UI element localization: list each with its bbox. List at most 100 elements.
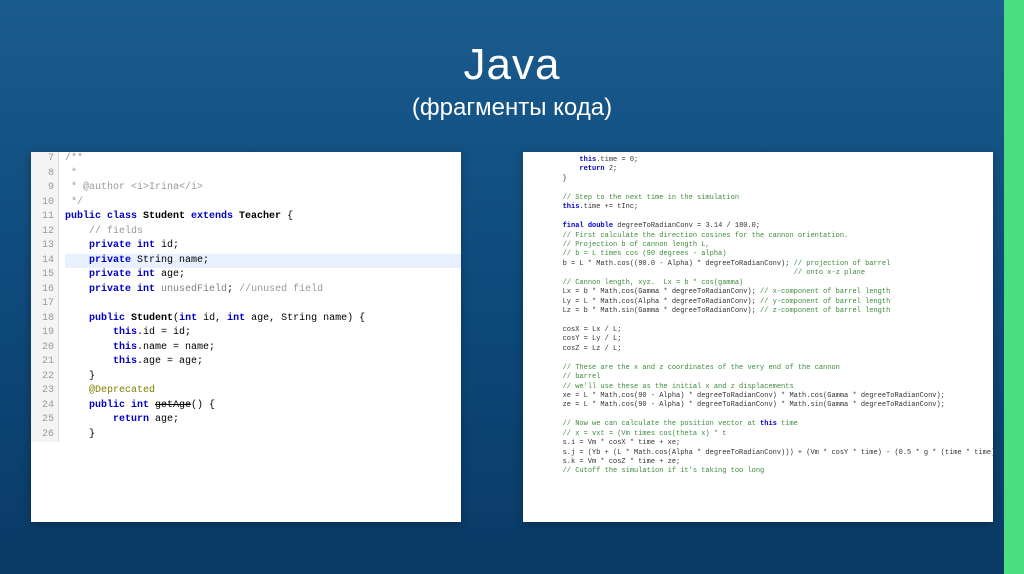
line-number: 26: [31, 428, 59, 443]
code-line: }: [529, 175, 987, 184]
code-line: [529, 354, 987, 363]
code-line: 18 public Student(int id, int age, Strin…: [31, 312, 461, 327]
code-line: 11 public class Student extends Teacher {: [31, 210, 461, 225]
code-line: Lz = b * Math.sin(Gamma * degreeToRadian…: [529, 307, 987, 316]
code-panel-left: 7/**8 *9 * @author <i>Irina</i>10 */11pu…: [31, 152, 461, 522]
code-line: 26 }: [31, 428, 461, 443]
line-number: 20: [31, 341, 59, 356]
line-number: 21: [31, 355, 59, 370]
code-content: *: [65, 167, 461, 182]
title-block: Java (фрагменты кода): [0, 0, 1024, 122]
code-line: [529, 213, 987, 222]
line-number: 11: [31, 210, 59, 225]
code-content: */: [65, 196, 461, 211]
code-content: // fields: [65, 225, 461, 240]
code-line: [529, 184, 987, 193]
code-content: private int age;: [65, 268, 461, 283]
code-line: final double degreeToRadianConv = 3.14 /…: [529, 222, 987, 231]
code-line: ze = L * Math.cos(90 - Alpha) * degreeTo…: [529, 401, 987, 410]
line-number: 10: [31, 196, 59, 211]
code-line: s.i = Vm * cosX * time + xe;: [529, 439, 987, 448]
code-line: // First calculate the direction cosines…: [529, 232, 987, 241]
code-line: [529, 411, 987, 420]
code-line: // b = L times cos (90 degrees - alpha): [529, 250, 987, 259]
code-line: this.time += tInc;: [529, 203, 987, 212]
code-line: // Projection b of cannon length L,: [529, 241, 987, 250]
code-line: cosY = Ly / L;: [529, 335, 987, 344]
line-number: 16: [31, 283, 59, 298]
code-line: 16 private int unusedField; //unused fie…: [31, 283, 461, 298]
line-number: 22: [31, 370, 59, 385]
code-line: // Step to the next time in the simulati…: [529, 194, 987, 203]
code-line: Ly = L * Math.cos(Alpha * degreeToRadian…: [529, 298, 987, 307]
code-line: // x = vxt = (Vm times cos(theta x) * t: [529, 430, 987, 439]
slide-title: Java: [0, 40, 1024, 90]
line-number: 12: [31, 225, 59, 240]
code-content: public int getAge() {: [65, 399, 461, 414]
line-number: 24: [31, 399, 59, 414]
code-line: 12 // fields: [31, 225, 461, 240]
code-content: this.name = name;: [65, 341, 461, 356]
code-line: 20 this.name = name;: [31, 341, 461, 356]
code-line: s.j = (Yb + (L * Math.cos(Alpha * degree…: [529, 449, 987, 458]
code-panels: 7/**8 *9 * @author <i>Irina</i>10 */11pu…: [0, 122, 1024, 522]
code-line: cosX = Lx / L;: [529, 326, 987, 335]
code-content: return age;: [65, 413, 461, 428]
code-line: // barrel: [529, 373, 987, 382]
code-line: 17: [31, 297, 461, 312]
code-line: 9 * @author <i>Irina</i>: [31, 181, 461, 196]
code-line: 7 /**: [31, 152, 461, 167]
code-line: // Cannon length, xyz. Lx = b * cos(gamm…: [529, 279, 987, 288]
code-content: public Student(int id, int age, String n…: [65, 312, 461, 327]
line-number: 14: [31, 254, 59, 269]
code-line: 23 @Deprecated: [31, 384, 461, 399]
code-content: * @author <i>Irina</i>: [65, 181, 461, 196]
code-line: 10 */: [31, 196, 461, 211]
slide-accent-bar: [1004, 0, 1024, 574]
code-line: b = L * Math.cos((90.0 - Alpha) * degree…: [529, 260, 987, 269]
line-number: 8: [31, 167, 59, 182]
line-number: 19: [31, 326, 59, 341]
code-line: 14 private String name;: [31, 254, 461, 269]
code-line: 19 this.id = id;: [31, 326, 461, 341]
code-content: @Deprecated: [65, 384, 461, 399]
code-line: // Now we can calculate the position vec…: [529, 420, 987, 429]
line-number: 15: [31, 268, 59, 283]
line-number: 7: [31, 152, 59, 167]
line-number: 18: [31, 312, 59, 327]
slide-subtitle: (фрагменты кода): [0, 94, 1024, 122]
code-line: s.k = Vm * cosZ * time + ze;: [529, 458, 987, 467]
code-content: private String name;: [65, 254, 461, 269]
code-content: public class Student extends Teacher {: [65, 210, 461, 225]
code-line: // These are the x and z coordinates of …: [529, 364, 987, 373]
code-content: this.id = id;: [65, 326, 461, 341]
code-line: return 2;: [529, 165, 987, 174]
code-line: 15 private int age;: [31, 268, 461, 283]
code-line: 24 public int getAge() {: [31, 399, 461, 414]
line-number: 13: [31, 239, 59, 254]
code-content: private int unusedField; //unused field: [65, 283, 461, 298]
code-line: 25 return age;: [31, 413, 461, 428]
code-line: // Cutoff the simulation if it's taking …: [529, 467, 987, 476]
line-number: 17: [31, 297, 59, 312]
code-line: // we'll use these as the initial x and …: [529, 383, 987, 392]
line-number: 9: [31, 181, 59, 196]
code-content: private int id;: [65, 239, 461, 254]
code-content: }: [65, 370, 461, 385]
code-line: 21 this.age = age;: [31, 355, 461, 370]
code-content: }: [65, 428, 461, 443]
code-line: 8 *: [31, 167, 461, 182]
code-line: 22 }: [31, 370, 461, 385]
code-content: [65, 297, 461, 312]
code-content: this.age = age;: [65, 355, 461, 370]
code-line: // onto x-z plane: [529, 269, 987, 278]
code-panel-right: this.time = 0; return 2; } // Step to th…: [523, 152, 993, 522]
code-line: [529, 316, 987, 325]
line-number: 23: [31, 384, 59, 399]
code-line: this.time = 0;: [529, 156, 987, 165]
code-line: xe = L * Math.cos(90 - Alpha) * degreeTo…: [529, 392, 987, 401]
code-content: /**: [65, 152, 461, 167]
code-line: 13 private int id;: [31, 239, 461, 254]
code-line: cosZ = Lz / L;: [529, 345, 987, 354]
code-line: Lx = b * Math.cos(Gamma * degreeToRadian…: [529, 288, 987, 297]
